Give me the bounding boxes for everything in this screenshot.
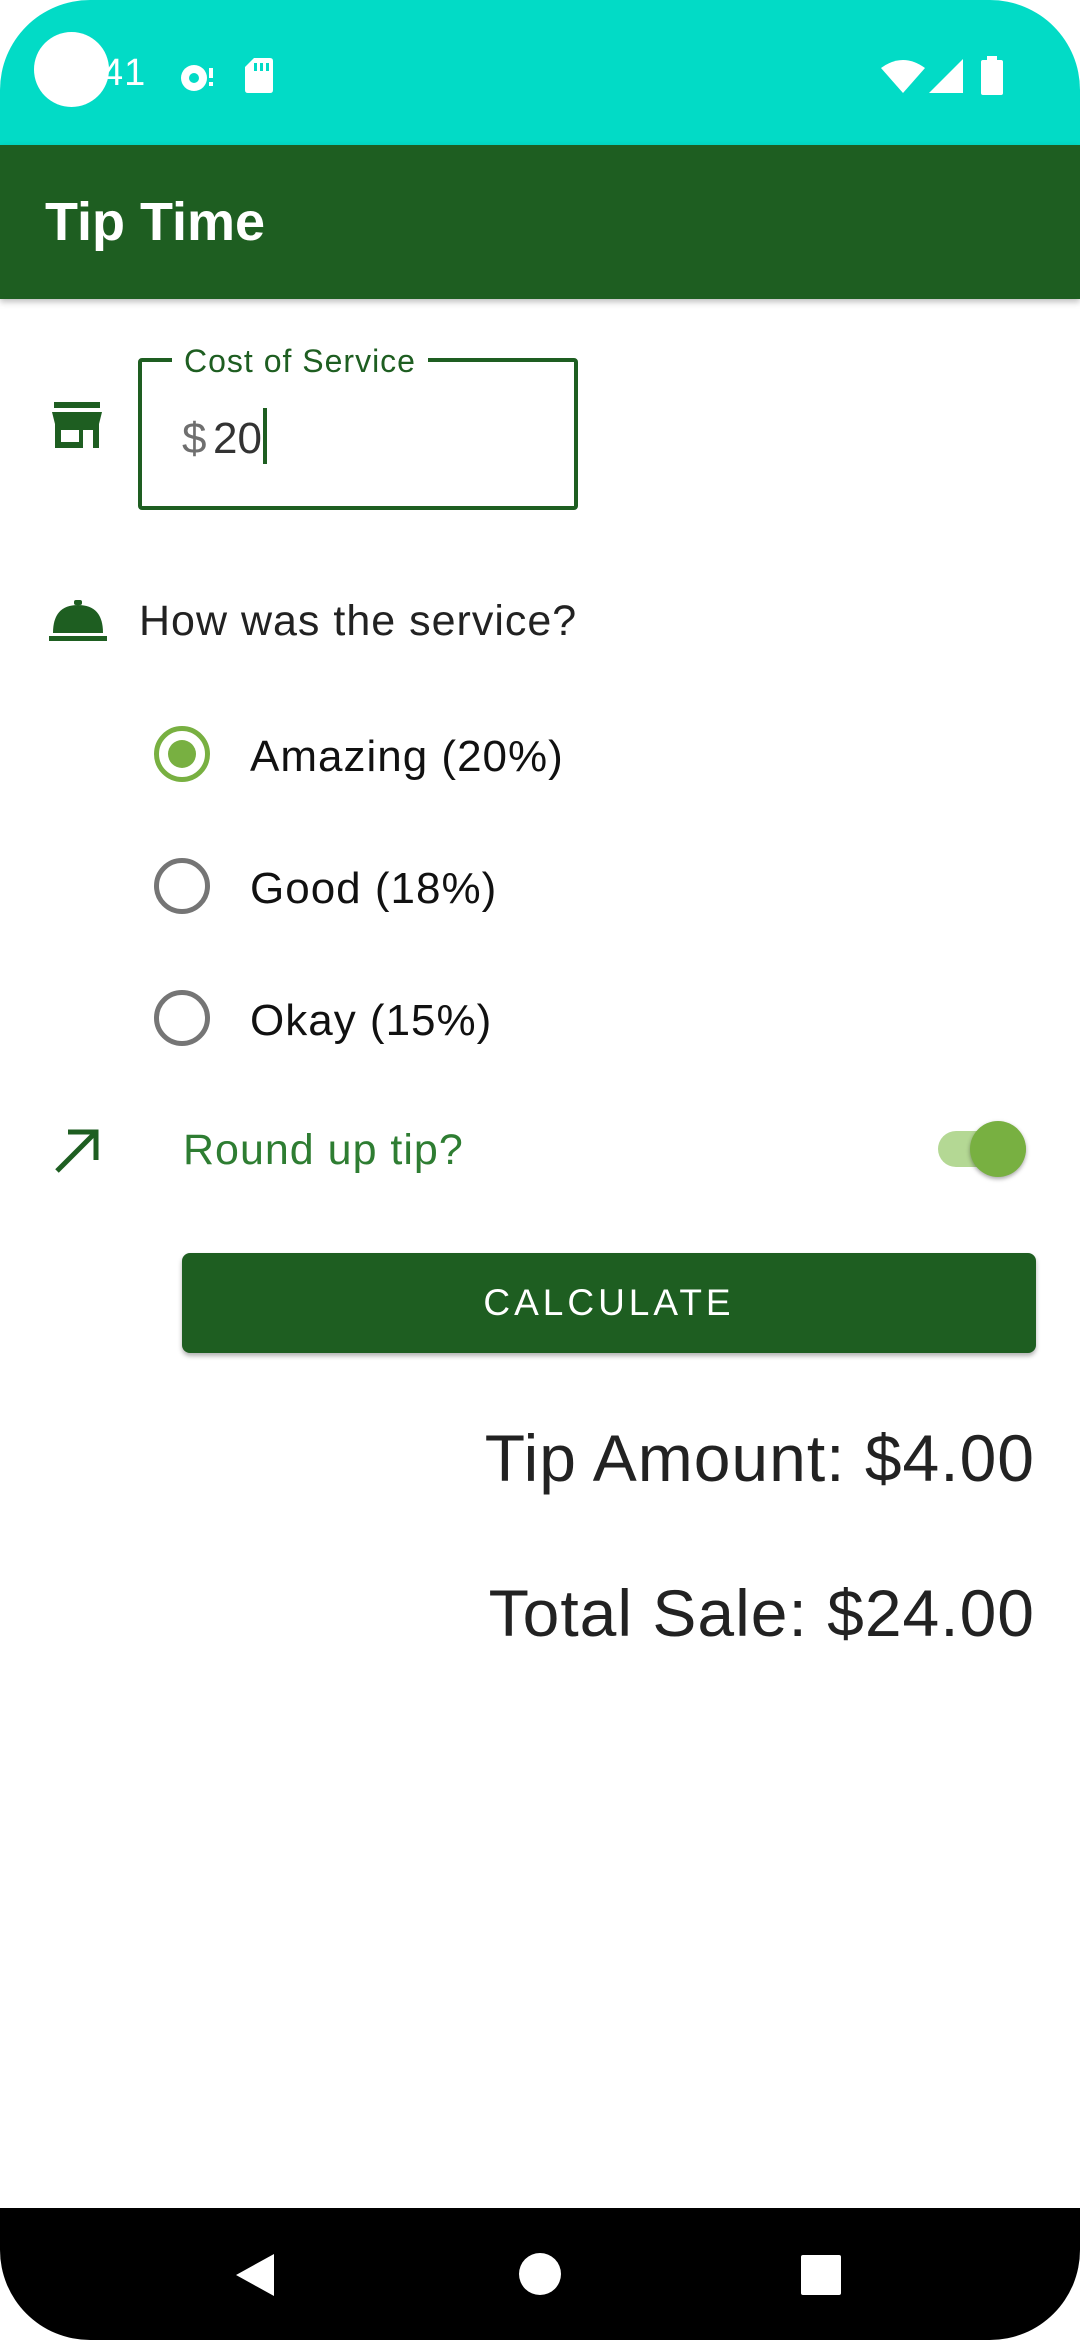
service-question: How was the service? <box>139 597 578 645</box>
battery-icon <box>981 56 1003 95</box>
cost-of-service-label: Cost of Service <box>172 343 428 380</box>
trending-up-arrow-icon <box>55 1129 99 1173</box>
status-bar: 41 <box>0 0 1080 145</box>
cost-value[interactable]: 20 <box>213 414 262 464</box>
tip-option-amazing[interactable]: Amazing (20%) <box>150 716 750 796</box>
total-sale-result: Total Sale: $24.00 <box>488 1576 1035 1650</box>
calculate-button[interactable]: CALCULATE <box>182 1253 1036 1353</box>
status-time: 41 <box>102 52 147 94</box>
sd-card-icon <box>245 58 273 93</box>
text-cursor <box>263 408 267 464</box>
storefront-icon <box>52 402 102 448</box>
round-up-switch-thumb[interactable] <box>970 1121 1026 1177</box>
tip-option-label: Good (18%) <box>250 864 498 913</box>
navigation-bar <box>0 2208 1080 2340</box>
radio-button[interactable] <box>154 858 210 914</box>
radio-button-selected[interactable] <box>154 726 210 782</box>
wifi-icon <box>881 60 925 93</box>
home-icon[interactable] <box>518 2252 562 2296</box>
tip-option-label: Amazing (20%) <box>250 732 564 781</box>
back-icon[interactable] <box>234 2252 276 2298</box>
recents-icon[interactable] <box>800 2254 842 2296</box>
app-bar: Tip Time <box>0 145 1080 299</box>
tip-option-label: Okay (15%) <box>250 996 493 1045</box>
camera-cutout <box>34 32 109 107</box>
app-title: Tip Time <box>45 192 266 252</box>
currency-prefix: $ <box>182 414 207 463</box>
tip-time-screen: 41 Tip Time Cost of Service $ 20 How was… <box>0 0 1080 2340</box>
tip-option-okay[interactable]: Okay (15%) <box>150 980 750 1060</box>
round-up-label: Round up tip? <box>183 1126 464 1174</box>
settings-notification-icon <box>181 65 213 91</box>
radio-button[interactable] <box>154 990 210 1046</box>
tip-option-good[interactable]: Good (18%) <box>150 848 750 928</box>
tip-amount-result: Tip Amount: $4.00 <box>484 1421 1035 1495</box>
cellular-signal-icon <box>929 59 963 93</box>
room-service-bell-icon <box>49 600 107 641</box>
